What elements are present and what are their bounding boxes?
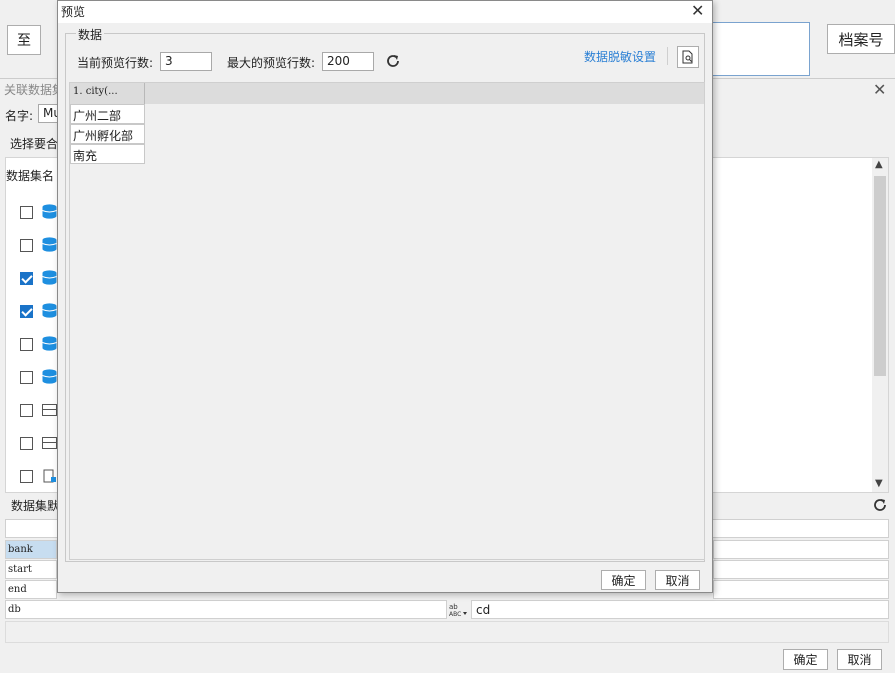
background-cancel-button[interactable]: 取消 xyxy=(837,649,882,670)
param-value[interactable] xyxy=(713,540,889,559)
svg-text:ab: ab xyxy=(449,603,458,611)
file-icon xyxy=(43,469,56,483)
max-rows-input[interactable]: 200 xyxy=(322,52,374,71)
divider xyxy=(667,47,668,65)
archive-number-button[interactable]: 档案号 xyxy=(827,24,895,54)
param-value[interactable]: cd xyxy=(471,600,889,619)
database-icon xyxy=(42,369,57,384)
param-value[interactable] xyxy=(713,580,889,599)
params-bottom-panel xyxy=(5,621,889,643)
table-icon xyxy=(42,437,57,449)
name-label: 名字: xyxy=(5,109,34,123)
param-row: db ab ABC cd xyxy=(5,600,889,619)
param-name[interactable]: end xyxy=(5,580,57,599)
dataset-list-header: 数据集名 xyxy=(6,169,55,183)
background-ok-button[interactable]: 确定 xyxy=(783,649,828,670)
svg-text:ABC: ABC xyxy=(449,611,461,618)
grid-header: 1. city(... xyxy=(70,83,704,104)
preview-file-icon xyxy=(682,50,693,64)
dialog-close-icon[interactable]: ✕ xyxy=(691,1,704,20)
desensitize-settings-link[interactable]: 数据脱敏设置 xyxy=(584,48,656,65)
dialog-cancel-button[interactable]: 取消 xyxy=(655,570,700,590)
dataset-checkbox-checked[interactable] xyxy=(20,272,33,285)
dialog-ok-button[interactable]: 确定 xyxy=(601,570,646,590)
select-label: 选择要合 xyxy=(10,137,59,151)
database-icon xyxy=(42,237,57,252)
grid-cell[interactable]: 广州孵化部 xyxy=(70,124,145,144)
database-icon xyxy=(42,204,57,219)
database-icon xyxy=(42,336,57,351)
scroll-up-icon[interactable]: ▲ xyxy=(875,159,883,170)
dataset-checkbox[interactable] xyxy=(20,239,33,252)
grid-cell[interactable]: 广州二部 xyxy=(70,104,145,124)
current-rows-input[interactable]: 3 xyxy=(160,52,212,71)
param-value[interactable] xyxy=(713,560,889,579)
dataset-checkbox[interactable] xyxy=(20,206,33,219)
scroll-down-icon[interactable]: ▼ xyxy=(875,478,883,489)
param-name[interactable]: bank xyxy=(5,540,57,559)
preview-grid: 1. city(... 广州二部 广州孵化部 南充 xyxy=(69,82,705,560)
current-rows-label: 当前预览行数: xyxy=(77,56,154,70)
preview-dialog: 预览 ✕ 数据 当前预览行数: 3 最大的预览行数: 200 数据脱敏设置 1.… xyxy=(57,0,713,593)
preview-file-button[interactable] xyxy=(677,46,699,68)
data-group-label: 数据 xyxy=(76,26,105,43)
database-icon xyxy=(42,303,57,318)
column-header[interactable]: 1. city(... xyxy=(70,83,145,104)
dataset-checkbox-checked[interactable] xyxy=(20,305,33,318)
database-icon xyxy=(42,270,57,285)
dialog-title: 预览 xyxy=(61,5,86,19)
table-icon xyxy=(42,404,57,416)
refresh-icon[interactable] xyxy=(872,497,888,513)
dataset-checkbox[interactable] xyxy=(20,371,33,384)
dataset-checkbox[interactable] xyxy=(20,404,33,417)
grid-cell[interactable]: 南充 xyxy=(70,144,145,164)
name-input[interactable]: Mu xyxy=(38,104,61,123)
param-name[interactable]: start xyxy=(5,560,57,579)
refresh-icon[interactable] xyxy=(385,53,401,69)
dataset-checkbox[interactable] xyxy=(20,338,33,351)
dialog-titlebar: 预览 ✕ xyxy=(58,1,712,23)
scrollbar-thumb[interactable] xyxy=(874,176,886,376)
to-button[interactable]: 至 xyxy=(7,25,41,55)
background-field[interactable] xyxy=(712,22,810,76)
max-rows-label: 最大的预览行数: xyxy=(227,56,316,70)
window-close-icon[interactable]: ✕ xyxy=(873,80,886,99)
params-header: 数据集默 xyxy=(11,499,60,513)
text-type-icon[interactable]: abABC xyxy=(448,601,468,618)
param-name[interactable]: db xyxy=(5,600,447,619)
window-title: 关联数据集 xyxy=(4,83,65,97)
dataset-checkbox[interactable] xyxy=(20,437,33,450)
dataset-checkbox[interactable] xyxy=(20,470,33,483)
